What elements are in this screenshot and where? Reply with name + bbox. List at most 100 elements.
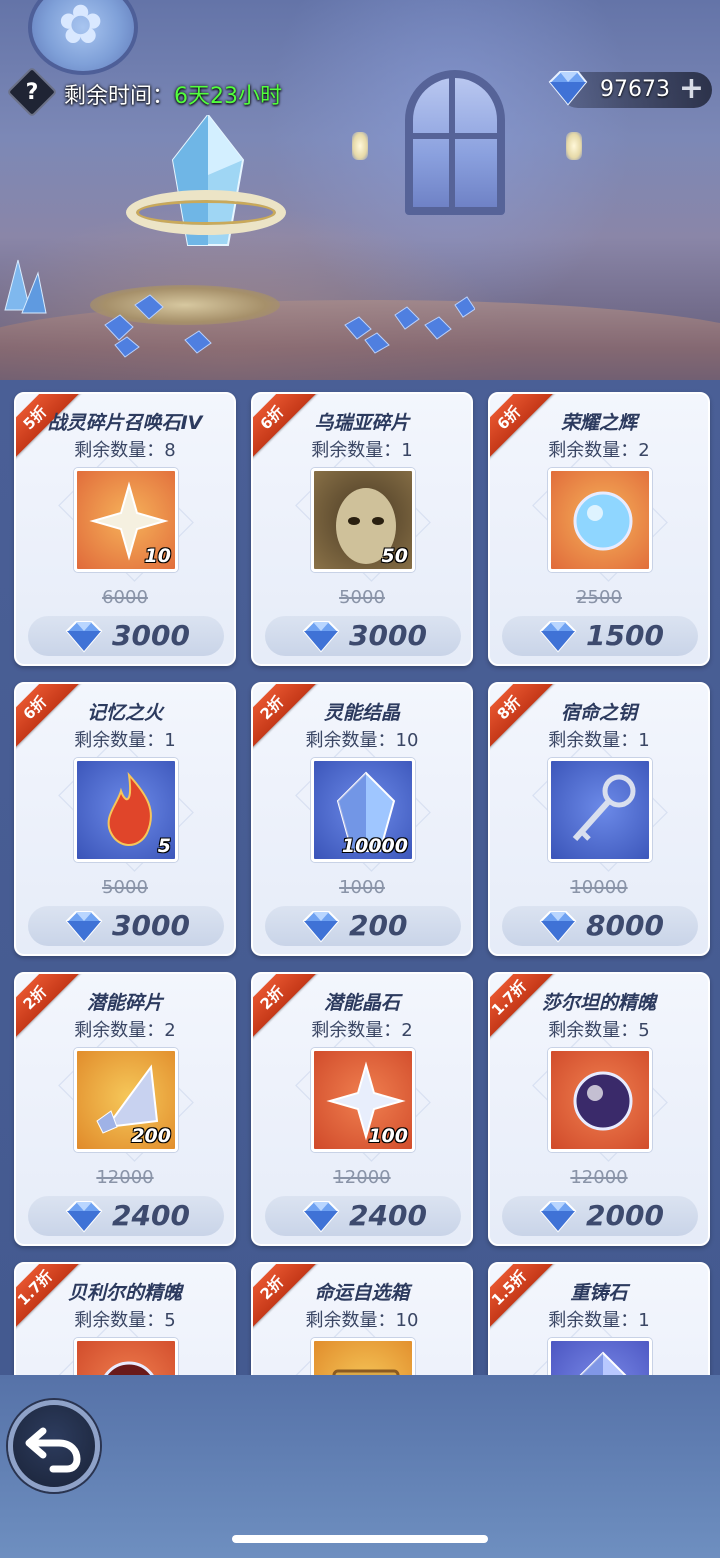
buy-button[interactable]: 8000 (502, 906, 698, 946)
shop-item-card[interactable]: 6折 记忆之火 剩余数量：1 5 5000 3000 (14, 682, 236, 956)
original-price: 5000 (253, 587, 471, 608)
original-price: 1000 (253, 877, 471, 898)
item-name: 重铸石 (570, 1282, 628, 1304)
sale-price: 2000 (586, 1199, 664, 1232)
reforge-stone-icon[interactable] (548, 1338, 652, 1375)
time-remaining: 剩余时间：6天23小时 (64, 78, 282, 110)
glory-orb-icon[interactable] (548, 468, 652, 572)
question-icon: ? (25, 79, 39, 105)
original-price-value: 5000 (102, 877, 148, 898)
buy-button[interactable]: 2000 (502, 1196, 698, 1236)
diamond-count: 97673 (600, 77, 670, 102)
shop-item-card[interactable]: 2折 潜能碎片 剩余数量：2 200 12000 2400 (14, 972, 236, 1246)
shop-item-card[interactable]: 2折 潜能晶石 剩余数量：2 100 12000 2400 (251, 972, 473, 1246)
item-name: 乌瑞亚碎片 (314, 412, 410, 434)
original-price-value: 12000 (96, 1167, 154, 1188)
shop-item-grid: 5折 战灵碎片召唤石IV 剩余数量：8 10 6000 3000 6折 乌瑞亚碎片 剩余数量：1… (0, 380, 720, 1375)
diamond-balance: 97673 + (548, 71, 712, 108)
original-price-value: 2500 (576, 587, 622, 608)
buy-button[interactable]: 2400 (265, 1196, 461, 1236)
shop-item-card[interactable]: 6折 乌瑞亚碎片 剩余数量：1 50 5000 3000 (251, 392, 473, 666)
sale-price: 8000 (586, 909, 664, 942)
item-name: 贝利尔的精魄 (67, 1282, 182, 1304)
original-price-value: 10000 (570, 877, 628, 898)
remaining-count: 剩余数量：10 (305, 730, 419, 751)
gem-pile-icon (104, 294, 475, 358)
shop-item-card[interactable]: 1.7折 莎尔坦的精魄 剩余数量：5 12000 2000 (488, 972, 710, 1246)
original-price-value: 5000 (339, 587, 385, 608)
sale-price: 2400 (112, 1199, 190, 1232)
item-name: 莎尔坦的精魄 (541, 992, 656, 1014)
item-name: 宿命之钥 (560, 702, 637, 724)
item-quantity: 5 (157, 835, 171, 857)
shop-item-card[interactable]: 5折 战灵碎片召唤石IV 剩余数量：8 10 6000 3000 (14, 392, 236, 666)
original-price: 6000 (16, 587, 234, 608)
remaining-count: 剩余数量：1 (311, 440, 413, 461)
shop-item-card[interactable]: 2折 灵能结晶 剩余数量：10 10000 1000 200 (251, 682, 473, 956)
buy-button[interactable]: 200 (265, 906, 461, 946)
diamond-icon (539, 911, 577, 943)
item-name: 灵能结晶 (323, 702, 400, 724)
shop-item-card[interactable]: 1.7折 贝利尔的精魄 剩余数量：5 (14, 1262, 236, 1375)
remaining-count: 剩余数量：8 (74, 440, 176, 461)
home-indicator[interactable] (232, 1535, 488, 1543)
item-quantity: 10 (144, 545, 171, 567)
buy-button[interactable]: 3000 (265, 616, 461, 656)
sale-price: 3000 (112, 619, 190, 652)
wall-lamp-icon (566, 132, 582, 160)
shop-item-card[interactable]: 1.5折 重铸石 剩余数量：1 (488, 1262, 710, 1375)
red-soul-orb-icon[interactable] (74, 1338, 178, 1375)
original-price-value: 12000 (570, 1167, 628, 1188)
diamond-icon (548, 71, 588, 106)
crystal-cluster-icon (4, 259, 47, 314)
back-button[interactable] (8, 1400, 100, 1492)
summon-stone-icon[interactable]: 10 (74, 468, 178, 572)
diamond-icon (65, 1201, 103, 1233)
remaining-count: 剩余数量：5 (548, 1020, 650, 1041)
diamond-icon (302, 911, 340, 943)
rose-window-icon (28, 0, 138, 75)
dark-soul-orb-icon[interactable] (548, 1048, 652, 1152)
diamond-icon (65, 911, 103, 943)
timer-value: 6天23小时 (174, 84, 283, 109)
plus-icon[interactable]: + (679, 73, 704, 105)
timer-label: 剩余时间： (64, 84, 175, 109)
item-quantity: 100 (368, 1125, 408, 1147)
diamond-icon (539, 1201, 577, 1233)
item-name: 记忆之火 (86, 702, 163, 724)
shop-item-card[interactable]: 2折 命运自选箱 剩余数量：10 (251, 1262, 473, 1375)
sale-price: 3000 (112, 909, 190, 942)
diamond-icon (65, 621, 103, 653)
item-name: 战灵碎片召唤石IV (47, 412, 203, 434)
item-name: 潜能晶石 (323, 992, 400, 1014)
wall-lamp-icon (352, 132, 368, 160)
original-price: 2500 (490, 587, 708, 608)
hero-shard-icon[interactable]: 50 (311, 468, 415, 572)
original-price-value: 6000 (102, 587, 148, 608)
buy-button[interactable]: 3000 (28, 906, 224, 946)
memory-flame-icon[interactable]: 5 (74, 758, 178, 862)
original-price-value: 12000 (333, 1167, 391, 1188)
shop-item-card[interactable]: 8折 宿命之钥 剩余数量：1 10000 8000 (488, 682, 710, 956)
fate-key-icon[interactable] (548, 758, 652, 862)
diamond-icon (302, 1201, 340, 1233)
original-price: 12000 (490, 1167, 708, 1188)
buy-button[interactable]: 2400 (28, 1196, 224, 1236)
remaining-count: 剩余数量：1 (548, 1310, 650, 1331)
psionic-crystal-icon[interactable]: 10000 (311, 758, 415, 862)
item-name: 命运自选箱 (314, 1282, 410, 1304)
shop-item-card[interactable]: 6折 荣耀之辉 剩余数量：2 2500 1500 (488, 392, 710, 666)
remaining-count: 剩余数量：1 (548, 730, 650, 751)
remaining-count: 剩余数量：5 (74, 1310, 176, 1331)
fate-chest-icon[interactable] (311, 1338, 415, 1375)
item-quantity: 50 (381, 545, 408, 567)
item-quantity: 200 (131, 1125, 171, 1147)
diamond-icon (302, 621, 340, 653)
remaining-count: 剩余数量：2 (311, 1020, 413, 1041)
castle-window (405, 70, 505, 215)
potential-shard-icon[interactable]: 200 (74, 1048, 178, 1152)
buy-button[interactable]: 3000 (28, 616, 224, 656)
sale-price: 3000 (349, 619, 427, 652)
buy-button[interactable]: 1500 (502, 616, 698, 656)
potential-spar-icon[interactable]: 100 (311, 1048, 415, 1152)
